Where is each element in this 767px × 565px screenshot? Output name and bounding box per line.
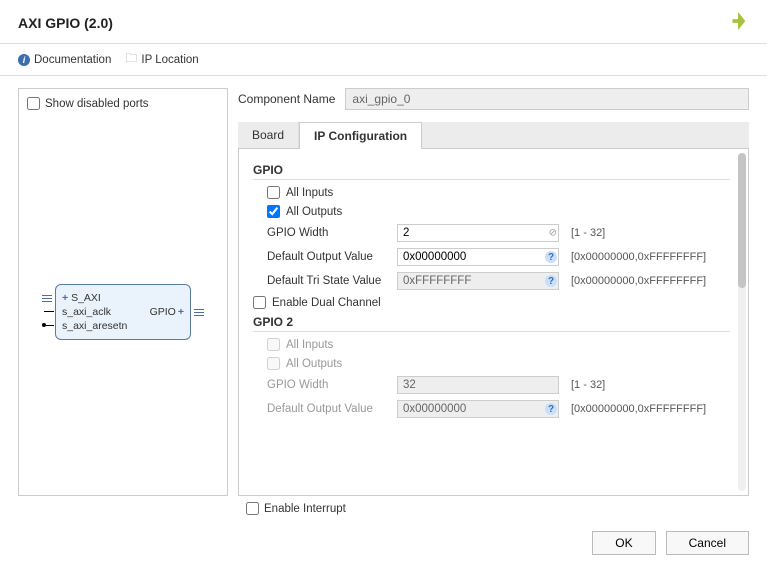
dialog-title: AXI GPIO (2.0) (18, 15, 113, 31)
wire-stub (44, 311, 54, 312)
gpio-all-inputs-label: All Inputs (286, 187, 333, 199)
port-s-axi-aresetn: s_axi_aresetn (62, 319, 127, 333)
gpio-all-outputs-label: All Outputs (286, 206, 342, 218)
ip-block: + S_AXI s_axi_aclk s_axi_aresetn GPIO + (55, 284, 191, 340)
gpio-all-inputs-checkbox[interactable] (267, 186, 280, 199)
wire-stub (46, 325, 54, 326)
config-scroll-area[interactable]: GPIO All Inputs All Outputs GPIO Width ⊘… (238, 149, 749, 496)
gpio2-all-outputs-checkbox (267, 357, 280, 370)
enable-dual-channel-checkbox[interactable] (253, 296, 266, 309)
enable-interrupt-checkbox[interactable] (246, 502, 259, 515)
gpio-width-range: [1 - 32] (571, 227, 605, 239)
xilinx-logo-icon (727, 10, 749, 35)
help-icon: ? (545, 403, 557, 415)
ok-button[interactable]: OK (592, 531, 655, 555)
folder-icon: 🗀 (125, 49, 137, 70)
tab-board[interactable]: Board (238, 122, 299, 148)
gpio2-all-inputs-label: All Inputs (286, 339, 333, 351)
gpio2-width-label: GPIO Width (267, 379, 391, 391)
gpio2-width-range: [1 - 32] (571, 379, 605, 391)
dialog-header: AXI GPIO (2.0) (0, 0, 767, 43)
gpio2-default-output-range: [0x00000000,0xFFFFFFFF] (571, 403, 706, 415)
section-gpio2-title: GPIO 2 (253, 315, 730, 332)
preview-panel: Show disabled ports + S_AXI s_axi_aclk s… (18, 88, 228, 496)
gpio-default-output-label: Default Output Value (267, 251, 391, 263)
ip-location-link[interactable]: 🗀 IP Location (125, 49, 198, 70)
show-disabled-ports-checkbox[interactable] (27, 97, 40, 110)
dialog-button-bar: OK Cancel (0, 521, 767, 565)
port-s-axi: + S_AXI (62, 291, 101, 305)
enable-dual-channel-label: Enable Dual Channel (272, 297, 381, 309)
plus-icon: + (178, 305, 184, 319)
main-area: Show disabled ports + S_AXI s_axi_aclk s… (0, 76, 767, 496)
vertical-scrollbar[interactable] (738, 153, 746, 491)
show-disabled-ports-label: Show disabled ports (45, 98, 149, 110)
gpio-all-outputs-checkbox[interactable] (267, 205, 280, 218)
toolbar: i Documentation 🗀 IP Location (0, 43, 767, 76)
gpio-tri-state-input (397, 272, 559, 290)
clear-icon[interactable]: ⊘ (549, 228, 557, 239)
gpio-default-output-range: [0x00000000,0xFFFFFFFF] (571, 251, 706, 263)
help-icon[interactable]: ? (545, 251, 557, 263)
component-name-label: Component Name (238, 92, 335, 106)
enable-interrupt[interactable]: Enable Interrupt (246, 502, 749, 515)
info-icon: i (18, 54, 30, 66)
tab-ip-configuration[interactable]: IP Configuration (299, 122, 422, 149)
help-icon[interactable]: ? (545, 275, 557, 287)
ip-location-label: IP Location (141, 54, 198, 66)
cancel-button[interactable]: Cancel (666, 531, 749, 555)
gpio-width-input[interactable] (397, 224, 559, 242)
port-gpio: GPIO + (150, 305, 184, 319)
documentation-link[interactable]: i Documentation (18, 54, 111, 66)
gpio-default-output-input[interactable] (397, 248, 559, 266)
gpio2-width-input (397, 376, 559, 394)
show-disabled-ports-row[interactable]: Show disabled ports (27, 97, 219, 110)
component-name-row: Component Name (238, 88, 749, 110)
port-s-axi-aclk: s_axi_aclk (62, 305, 111, 319)
enable-interrupt-label: Enable Interrupt (264, 503, 346, 515)
tabs: Board IP Configuration (238, 122, 749, 149)
enable-interrupt-row: Enable Interrupt (0, 496, 767, 521)
scroll-thumb[interactable] (738, 153, 746, 288)
plus-icon: + (62, 292, 68, 304)
ip-schematic: + S_AXI s_axi_aclk s_axi_aresetn GPIO + (43, 284, 213, 340)
gpio-width-label: GPIO Width (267, 227, 391, 239)
gpio2-all-outputs-label: All Outputs (286, 358, 342, 370)
documentation-label: Documentation (34, 54, 111, 66)
gpio2-all-inputs-checkbox (267, 338, 280, 351)
section-gpio-title: GPIO (253, 163, 730, 180)
gpio-tri-state-label: Default Tri State Value (267, 275, 391, 287)
config-panel: Component Name Board IP Configuration GP… (238, 88, 749, 496)
gpio2-default-output-input (397, 400, 559, 418)
gpio-tri-state-range: [0x00000000,0xFFFFFFFF] (571, 275, 706, 287)
gpio2-default-output-label: Default Output Value (267, 403, 391, 415)
bus-stub-icon (42, 293, 52, 307)
component-name-input[interactable] (345, 88, 749, 110)
bus-stub-icon (194, 307, 204, 321)
